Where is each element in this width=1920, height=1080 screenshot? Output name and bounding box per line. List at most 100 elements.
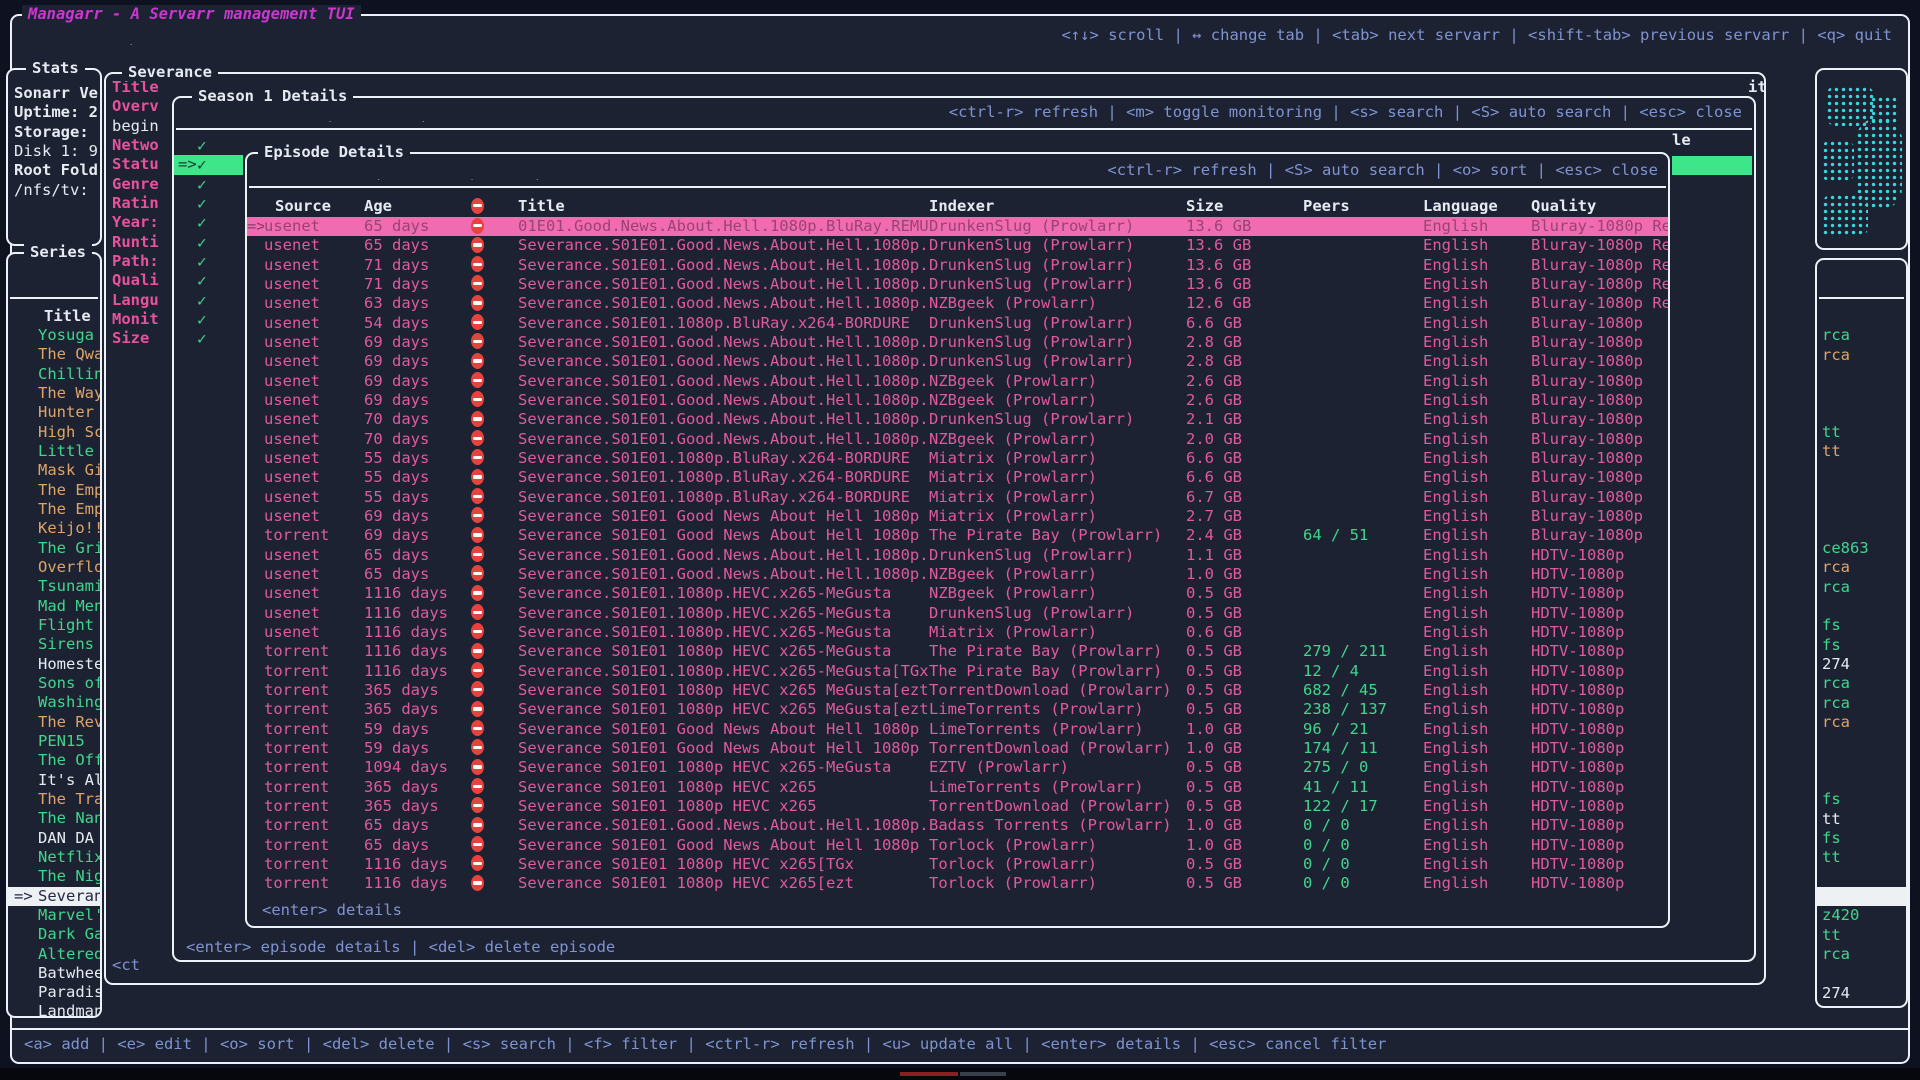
table-row[interactable]: usenet 1116 days Severance.S01E01.1080p.… [247, 584, 1668, 603]
list-item[interactable]: =>Severan [8, 887, 100, 906]
table-row[interactable]: torrent 1116 days Severance S01E01 1080p… [247, 642, 1668, 661]
table-row[interactable]: torrent 365 days Severance S01E01 1080p … [247, 797, 1668, 816]
list-item[interactable]: Mask Gi [8, 461, 100, 480]
col-language[interactable]: Language [1423, 197, 1531, 216]
list-item[interactable]: PEN15 [8, 732, 100, 751]
list-item[interactable]: The Nan [8, 809, 100, 828]
list-item[interactable]: The Tra [8, 790, 100, 809]
no-entry-icon[interactable] [471, 198, 484, 214]
col-quality[interactable]: Quality [1531, 197, 1668, 216]
list-item[interactable]: Sirens [8, 635, 100, 654]
episode-row[interactable]: ✓ [174, 252, 244, 271]
list-item[interactable]: Chillin [8, 365, 100, 384]
list-item[interactable]: Altered [8, 945, 100, 964]
table-row[interactable]: usenet 55 days Severance.S01E01.1080p.Bl… [247, 449, 1668, 468]
table-row[interactable]: usenet 55 days Severance.S01E01.1080p.Bl… [247, 468, 1668, 487]
col-age[interactable]: Age [364, 197, 469, 216]
cell-title: Severance S01E01 Good News About Hell 10… [518, 507, 929, 526]
list-item[interactable]: Tsunami [8, 577, 100, 596]
table-row[interactable]: torrent 1116 days Severance S01E01 1080p… [247, 874, 1668, 893]
table-row[interactable]: torrent 365 days Severance S01E01 1080p … [247, 778, 1668, 797]
table-row[interactable]: torrent 365 days Severance S01E01 1080p … [247, 700, 1668, 719]
list-item[interactable]: Netflix [8, 848, 100, 867]
table-row[interactable]: usenet 71 days Severance.S01E01.Good.New… [247, 256, 1668, 275]
no-entry-icon [471, 430, 484, 446]
table-row[interactable]: usenet 63 days Severance.S01E01.Good.New… [247, 294, 1668, 313]
list-item[interactable]: The Rev [8, 713, 100, 732]
list-item[interactable]: The Emp [8, 500, 100, 519]
col-size[interactable]: Size [1186, 197, 1303, 216]
list-item[interactable]: Batwhee [8, 964, 100, 983]
list-item[interactable]: Hunter [8, 403, 100, 422]
list-item[interactable]: DAN DA [8, 829, 100, 848]
list-item[interactable]: Washing [8, 693, 100, 712]
list-item[interactable]: Landman [8, 1002, 100, 1021]
table-row[interactable]: usenet 1116 days Severance.S01E01.1080p.… [247, 623, 1668, 642]
list-item[interactable]: Dark Ga [8, 925, 100, 944]
table-row[interactable]: torrent 1116 days Severance.S01E01.1080p… [247, 662, 1668, 681]
table-row[interactable]: usenet 54 days Severance.S01E01.1080p.Bl… [247, 314, 1668, 333]
list-item[interactable]: The Off [8, 751, 100, 770]
row-fragment: fs [1822, 829, 1841, 848]
episode-row[interactable]: ✓ [174, 271, 244, 290]
episode-row[interactable]: ✓ [174, 291, 244, 310]
table-row[interactable]: torrent 65 days Severance.S01E01.Good.Ne… [247, 816, 1668, 835]
selection-marker [247, 352, 264, 371]
table-row[interactable]: torrent 1116 days Severance S01E01 1080p… [247, 855, 1668, 874]
list-item[interactable]: Yosuga [8, 326, 100, 345]
table-row[interactable]: usenet 65 days Severance.S01E01.Good.New… [247, 565, 1668, 584]
episode-row[interactable]: ✓ [174, 136, 244, 155]
table-row[interactable]: usenet 70 days Severance.S01E01.Good.New… [247, 430, 1668, 449]
table-row[interactable]: usenet 69 days Severance.S01E01.Good.New… [247, 333, 1668, 352]
list-item[interactable]: Little [8, 442, 100, 461]
bottom-bar-divider [12, 1028, 1908, 1030]
cell-quality: HDTV-1080p [1531, 584, 1668, 603]
cell-language: English [1423, 488, 1531, 507]
episode-row[interactable]: ✓ [174, 213, 244, 232]
list-item[interactable]: Marvel' [8, 906, 100, 925]
list-item[interactable]: Homeste [8, 655, 100, 674]
list-item[interactable]: The Qwa [8, 345, 100, 364]
table-row[interactable]: usenet 65 days Severance.S01E01.Good.New… [247, 236, 1668, 255]
col-title[interactable]: Title [518, 197, 929, 216]
list-item[interactable]: Mad Men [8, 597, 100, 616]
table-row[interactable]: usenet 65 days Severance.S01E01.Good.New… [247, 546, 1668, 565]
cell-indexer: NZBgeek (Prowlarr) [929, 372, 1186, 391]
list-item[interactable]: Flight [8, 616, 100, 635]
table-row[interactable]: usenet 70 days Severance.S01E01.Good.New… [247, 410, 1668, 429]
table-row[interactable]: usenet 1116 days Severance.S01E01.1080p.… [247, 604, 1668, 623]
table-row[interactable]: torrent 59 days Severance S01E01 Good Ne… [247, 720, 1668, 739]
list-item[interactable]: The Emp [8, 481, 100, 500]
table-row[interactable]: usenet 69 days Severance S01E01 Good New… [247, 507, 1668, 526]
table-row[interactable]: usenet 69 days Severance.S01E01.Good.New… [247, 391, 1668, 410]
table-row[interactable]: usenet 69 days Severance.S01E01.Good.New… [247, 352, 1668, 371]
episode-row[interactable]: ✓ [174, 310, 244, 329]
table-row[interactable]: usenet 69 days Severance.S01E01.Good.New… [247, 372, 1668, 391]
list-item[interactable]: Sons of [8, 674, 100, 693]
cell-quality: Bluray-1080p Re [1531, 275, 1668, 294]
col-source[interactable]: Source [264, 197, 364, 216]
episode-row[interactable]: ✓ [174, 194, 244, 213]
list-item[interactable]: The Nig [8, 867, 100, 886]
table-row[interactable]: => usenet 65 days 01E01.Good.News.About.… [247, 217, 1668, 236]
screen-bottom-strip [0, 1068, 1920, 1080]
list-item[interactable]: The Gri [8, 539, 100, 558]
list-item[interactable]: Keijo!! [8, 519, 100, 538]
table-row[interactable]: torrent 69 days Severance S01E01 Good Ne… [247, 526, 1668, 545]
col-peers[interactable]: Peers [1303, 197, 1423, 216]
table-row[interactable]: torrent 59 days Severance S01E01 Good Ne… [247, 739, 1668, 758]
table-row[interactable]: torrent 65 days Severance S01E01 Good Ne… [247, 836, 1668, 855]
episode-row[interactable]: ✓ [174, 233, 244, 252]
series-title: Tsunami [38, 577, 100, 595]
episode-row[interactable]: ✓ [174, 329, 244, 348]
list-item[interactable]: Paradis [8, 983, 100, 1002]
list-item[interactable]: High Sc [8, 423, 100, 442]
col-indexer[interactable]: Indexer [929, 197, 1186, 216]
table-row[interactable]: torrent 365 days Severance S01E01 1080p … [247, 681, 1668, 700]
list-item[interactable]: The Way [8, 384, 100, 403]
table-row[interactable]: usenet 55 days Severance.S01E01.1080p.Bl… [247, 488, 1668, 507]
table-row[interactable]: usenet 71 days Severance.S01E01.Good.New… [247, 275, 1668, 294]
list-item[interactable]: Overflo [8, 558, 100, 577]
table-row[interactable]: torrent 1094 days Severance S01E01 1080p… [247, 758, 1668, 777]
list-item[interactable]: It's Al [8, 771, 100, 790]
